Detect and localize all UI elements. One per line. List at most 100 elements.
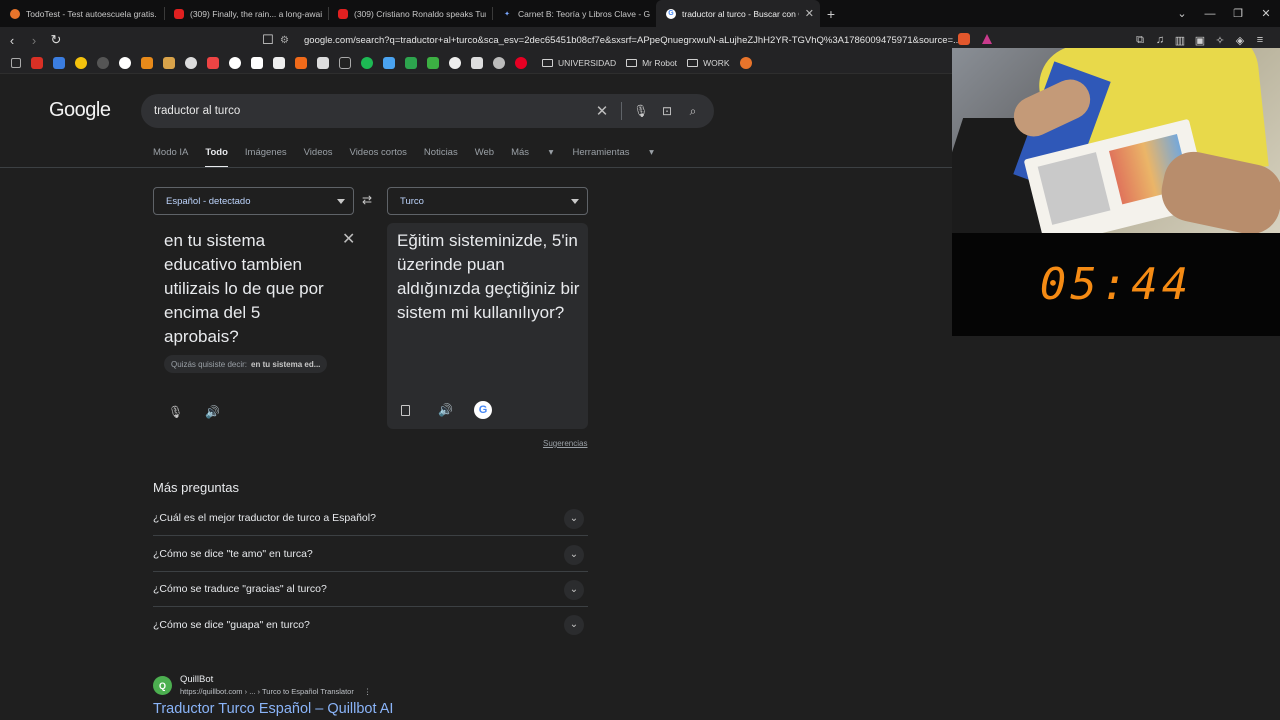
did-you-mean-label: Quizás quisiste decir: [171, 359, 248, 369]
swap-languages-icon[interactable]: ⇄ [362, 193, 372, 207]
feedback-link[interactable]: Sugerencias [543, 439, 587, 448]
window-controls: ⌄ — ❐ ✕ [1168, 0, 1280, 27]
tab-3[interactable]: (309) Cristiano Ronaldo speaks Turki [328, 0, 492, 27]
microphone-icon[interactable]: 🎙 [168, 405, 183, 419]
bookmark-site-icon[interactable] [163, 57, 175, 69]
bookmark-site-icon[interactable] [185, 57, 197, 69]
leo-icon[interactable]: ✧ [1210, 34, 1230, 47]
bookmark-site-icon[interactable] [273, 57, 285, 69]
tab-noticias[interactable]: Noticias [424, 147, 458, 168]
bookmark-site-icon[interactable] [75, 57, 87, 69]
site-info-icon[interactable]: ⚙ [280, 35, 294, 46]
bookmark-site-icon[interactable] [493, 57, 505, 69]
tab-videos[interactable]: Videos [304, 147, 333, 168]
apps-icon[interactable] [11, 58, 21, 68]
google-bookmark-icon[interactable] [119, 57, 131, 69]
bookmark-site-icon[interactable] [471, 57, 483, 69]
search-input[interactable]: traductor al turco [154, 105, 589, 117]
media-icon[interactable]: ♫ [1150, 34, 1170, 46]
more-options-icon[interactable]: ⋮ [364, 687, 372, 696]
bookmark-site-icon[interactable] [53, 57, 65, 69]
bookmark-site-icon[interactable] [207, 57, 219, 69]
divider [621, 102, 622, 120]
url-field[interactable]: ⚙ google.com/search?q=traductor+al+turco… [280, 30, 1000, 50]
search-icon[interactable]: ⌕ [680, 104, 706, 119]
question-item[interactable]: ¿Cuál es el mejor traductor de turco a E… [153, 501, 588, 536]
chevron-down-icon[interactable]: ⌄ [564, 509, 584, 529]
minimize-icon[interactable]: — [1196, 8, 1224, 20]
tab-mas[interactable]: Más ▾ [511, 147, 553, 168]
menu-icon[interactable]: ≡ [1250, 34, 1270, 46]
tab-modo-ia[interactable]: Modo IA [153, 147, 188, 168]
chevron-down-icon[interactable]: ⌄ [564, 580, 584, 600]
bookmark-site-icon[interactable] [427, 57, 439, 69]
back-icon[interactable]: ‹ [2, 33, 22, 48]
chevron-down-icon[interactable]: ⌄ [564, 615, 584, 635]
speaker-icon[interactable]: 🔊 [438, 403, 453, 417]
browser-tab-bar: TodoTest - Test autoescuela gratis. 2 (3… [0, 0, 1280, 27]
wallet-icon[interactable]: ▣ [1190, 34, 1210, 47]
clear-source-icon[interactable]: ✕ [342, 229, 355, 249]
question-item[interactable]: ¿Cómo se dice "guapa" en turco? ⌄ [153, 607, 588, 642]
search-box[interactable]: traductor al turco ✕ 🎙 ⊡ ⌕ [141, 94, 714, 128]
forward-icon[interactable]: › [24, 33, 44, 48]
bookmark-site-icon[interactable] [383, 57, 395, 69]
bookmark-site-icon[interactable] [251, 57, 263, 69]
tab-1[interactable]: TodoTest - Test autoescuela gratis. 2 [0, 0, 164, 27]
bookmark-site-icon[interactable] [141, 57, 153, 69]
sidebar-icon[interactable]: ▥ [1170, 34, 1190, 47]
target-language-select[interactable]: Turco [387, 187, 588, 215]
tab-search-icon[interactable]: ⌄ [1168, 7, 1196, 20]
bookmark-icon[interactable]: ☐ [258, 32, 278, 48]
tab-web[interactable]: Web [475, 147, 494, 168]
tab-todo[interactable]: Todo [205, 147, 228, 168]
bookmark-folder[interactable]: Mr Robot [626, 58, 677, 68]
voice-search-icon[interactable]: 🎙 [628, 104, 654, 118]
bookmark-site-icon[interactable] [317, 57, 329, 69]
bookmark-site-icon[interactable] [339, 57, 351, 69]
google-translate-icon[interactable]: G [474, 401, 492, 419]
clear-search-icon[interactable]: ✕ [589, 102, 615, 120]
did-you-mean-value: en tu sistema ed... [251, 359, 321, 369]
bookmark-folder[interactable]: UNIVERSIDAD [542, 58, 616, 68]
speaker-icon[interactable]: 🔊 [205, 405, 220, 419]
url-text: google.com/search?q=traductor+al+turco&s… [304, 34, 961, 46]
close-window-icon[interactable]: ✕ [1252, 7, 1280, 20]
reload-icon[interactable]: ↻ [46, 32, 66, 48]
pinterest-icon[interactable] [515, 57, 527, 69]
tab-4[interactable]: ✦ Carnet B: Teoría y Libros Clave - Goo [492, 0, 656, 27]
extensions-icon[interactable]: ⧉ [1130, 34, 1150, 47]
bookmark-site-icon[interactable] [739, 57, 752, 69]
source-language-select[interactable]: Español - detectado [153, 187, 354, 215]
brave-rewards-icon[interactable] [982, 34, 992, 44]
chevron-down-icon[interactable]: ⌄ [564, 545, 584, 565]
bookmark-site-icon[interactable] [229, 57, 241, 69]
close-tab-icon[interactable]: ✕ [805, 7, 814, 20]
source-text-input[interactable]: en tu sistema educativo tambien utilizai… [164, 229, 334, 349]
new-tab-button[interactable]: + [820, 6, 842, 22]
vpn-icon[interactable]: ◈ [1230, 34, 1250, 47]
did-you-mean-chip[interactable]: Quizás quisiste decir: en tu sistema ed.… [164, 355, 328, 373]
result-title-link[interactable]: Traductor Turco Español – Quillbot AI [153, 701, 393, 717]
youtube-icon [174, 8, 184, 19]
gmail-icon[interactable] [31, 57, 43, 69]
google-results-page: Google traductor al turco ✕ 🎙 ⊡ ⌕ Modo I… [0, 75, 952, 720]
tab-herramientas[interactable]: Herramientas ▾ [572, 147, 653, 168]
tab-active[interactable]: Gtraductor al turco - Buscar con G ✕ [656, 0, 820, 27]
restore-icon[interactable]: ❐ [1224, 7, 1252, 20]
bookmark-site-icon[interactable] [405, 57, 417, 69]
question-item[interactable]: ¿Cómo se traduce "gracias" al turco? ⌄ [153, 572, 588, 607]
bookmark-site-icon[interactable] [449, 57, 461, 69]
tab-imagenes[interactable]: Imágenes [245, 147, 287, 168]
bookmark-site-icon[interactable] [97, 57, 109, 69]
tab-videos-cortos[interactable]: Videos cortos [350, 147, 407, 168]
brave-shield-icon[interactable] [958, 33, 970, 45]
bookmark-site-icon[interactable] [295, 57, 307, 69]
spotify-icon[interactable] [361, 57, 373, 69]
tab-2[interactable]: (309) Finally, the rain... a long-awaite [164, 0, 328, 27]
google-logo[interactable]: Google [49, 99, 111, 122]
question-item[interactable]: ¿Cómo se dice "te amo" en turca? ⌄ [153, 537, 588, 572]
lens-icon[interactable]: ⊡ [654, 104, 680, 118]
copy-icon[interactable] [401, 405, 410, 416]
bookmark-folder[interactable]: WORK [687, 58, 730, 68]
